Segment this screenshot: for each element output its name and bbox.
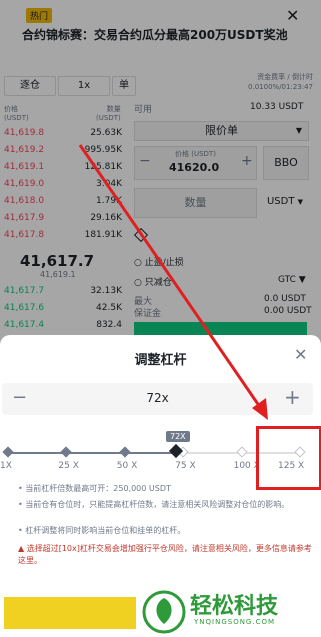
watermark: 轻松科技 YNQINGSONG.COM [140, 588, 320, 636]
watermark-sub: YNQINGSONG.COM [194, 618, 276, 626]
annotation-highlight-box [256, 426, 321, 490]
watermark-text: 轻松科技 [190, 594, 279, 619]
annotation-arrow [78, 144, 268, 420]
leaf-logo-icon [142, 590, 186, 634]
